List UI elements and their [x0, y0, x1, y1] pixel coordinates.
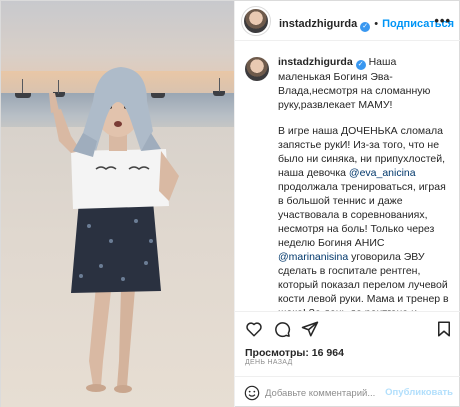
- verified-badge-icon: ✓: [360, 22, 371, 32]
- mention-link[interactable]: @eva_anicina: [349, 167, 416, 179]
- share-icon[interactable]: [301, 320, 319, 338]
- caption-area: instadzhigurda ✓ Наша маленькая Богиня Эв…: [235, 41, 460, 311]
- caption: instadzhigurda ✓ Наша маленькая Богиня Эв…: [245, 55, 451, 311]
- smiley-icon[interactable]: [244, 385, 260, 401]
- separator-dot: •: [374, 18, 379, 30]
- view-count[interactable]: Просмотры: 16 964: [245, 347, 344, 359]
- post-header: instadzhigurda ✓ • Подписаться •••: [235, 1, 460, 41]
- mention-link[interactable]: @marinanisina: [278, 251, 348, 263]
- verified-badge-icon: ✓: [355, 60, 366, 70]
- caption-text-3: продолжала тренироваться, играя в большо…: [278, 181, 446, 249]
- heart-icon[interactable]: [245, 320, 263, 338]
- girl-figure: [49, 67, 179, 393]
- comment-icon[interactable]: [273, 320, 291, 338]
- more-options-icon[interactable]: •••: [434, 13, 451, 28]
- caption-gap: [278, 112, 451, 124]
- caption-line1: instadzhigurda ✓ Наша маленькая Богиня Эв…: [278, 55, 451, 112]
- caption-avatar[interactable]: [245, 57, 269, 81]
- comment-bar: Опубликовать: [235, 376, 460, 407]
- post-date[interactable]: ДЕНЬ НАЗАД: [245, 359, 293, 366]
- post-video[interactable]: [1, 1, 234, 407]
- action-bar: [235, 311, 460, 345]
- header-username[interactable]: instadzhigurda: [279, 18, 357, 30]
- bookmark-icon[interactable]: [435, 320, 453, 338]
- publish-button[interactable]: Опубликовать: [385, 387, 453, 398]
- avatar[interactable]: [244, 9, 268, 33]
- caption-paragraph: В игре наша ДОЧЕНЬКА сломала запястье ру…: [278, 124, 451, 311]
- caption-username[interactable]: instadzhigurda: [278, 56, 353, 68]
- post-sidebar: instadzhigurda ✓ • Подписаться ••• instadzh…: [234, 1, 460, 407]
- instagram-post: instadzhigurda ✓ • Подписаться ••• instadzh…: [0, 0, 460, 407]
- header-user-line: instadzhigurda ✓ • Подписаться: [279, 14, 454, 32]
- comment-input[interactable]: [265, 385, 390, 401]
